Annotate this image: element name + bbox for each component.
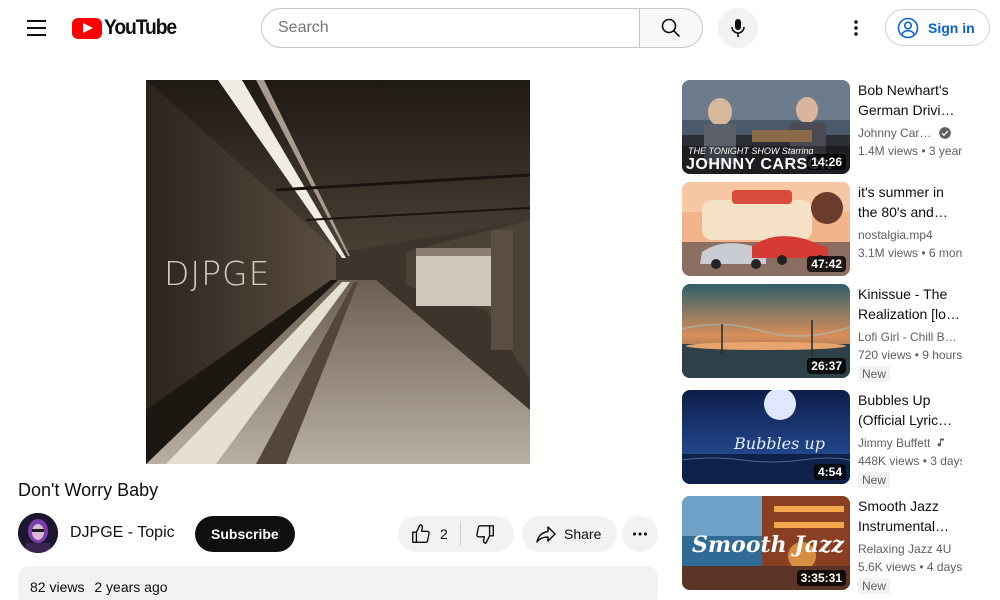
video-thumbnail[interactable]: Smooth Jazz 3:35:31 [682,496,850,590]
youtube-play-icon [72,17,102,39]
video-info: Kinissue - The Realization [lofi beats] … [858,284,962,383]
upload-age: 2 years ago [94,579,168,595]
view-count: 448K views [858,454,920,468]
channel-line: Johnny Carson [858,124,962,142]
recommendation-item[interactable]: Smooth Jazz 3:35:31 Smooth Jazz Instrume… [682,496,982,595]
channel-line: Relaxing Jazz 4U [858,540,962,558]
guide-menu-button[interactable] [16,8,56,48]
account-icon [897,17,919,38]
channel-line: Jimmy Buffett [858,434,962,452]
view-count: 720 views [858,348,912,362]
video-title[interactable]: Bob Newhart's German Driving Instructor [858,80,962,120]
logo-text: YouTube [104,16,177,39]
view-count: 82 views [30,579,85,595]
video-duration: 3:35:31 [796,570,846,586]
album-art: DJPGE [146,80,530,464]
video-title: Don't Worry Baby [18,480,159,500]
upload-age: 3 years ago [928,144,962,158]
channel-avatar[interactable] [18,513,58,553]
video-title[interactable]: it's summer in the 80's and you're drivi… [858,182,962,222]
hamburger-icon [26,20,46,22]
recommendation-item[interactable]: Bubbles up 4:54 Bubbles Up (Official Lyr… [682,390,982,489]
like-button[interactable]: 2 [398,516,460,552]
video-meta: 5.6K views • 4 days ago [858,558,962,576]
share-label: Share [564,526,602,542]
new-badge: New [858,366,891,382]
video-meta: 448K views • 3 days ago [858,452,962,470]
channel-name[interactable]: Relaxing Jazz 4U [858,540,951,558]
video-thumbnail[interactable]: Bubbles up 4:54 [682,390,850,484]
like-count: 2 [440,526,448,542]
video-title[interactable]: Smooth Jazz Instrumental Music [858,496,962,536]
view-count: 5.6K views [858,560,917,574]
more-vertical-icon [854,20,858,36]
subscribe-button[interactable]: Subscribe [195,516,295,552]
music-note-icon [937,438,945,447]
search-box [261,8,703,48]
search-button[interactable] [639,8,703,48]
channel-name[interactable]: Johnny Carson [858,124,934,142]
channel-name[interactable]: Jimmy Buffett [858,434,930,452]
channel-name[interactable]: nostalgia.mp4 [858,226,933,244]
more-horizontal-icon [632,532,648,536]
channel-line: Lofi Girl - Chill Beats [858,328,962,346]
video-meta: 1.4M views • 3 years ago [858,142,962,160]
new-badge: New [858,472,891,488]
recommendation-item[interactable]: THE TONIGHT SHOW Starring JOHNNY CARSON … [682,80,982,176]
upload-age: 4 days ago [926,560,962,574]
video-title[interactable]: Kinissue - The Realization [lofi beats] [858,284,962,324]
video-meta: 3.1M views • 6 months ago [858,244,962,262]
sign-in-label: Sign in [928,19,975,36]
channel-name[interactable]: DJPGE - Topic [70,524,175,542]
view-count: 1.4M views [858,144,919,158]
channel-name[interactable]: Lofi Girl - Chill Beats [858,328,958,346]
upload-age: 6 months ago [928,246,962,260]
album-watermark-text: DJPGE [164,254,271,293]
thumbs-down-icon [476,525,494,544]
video-thumbnail[interactable]: 47:42 [682,182,850,276]
upload-age: 9 hours ago [922,348,962,362]
video-player[interactable]: DJPGE [18,72,658,472]
video-thumbnail[interactable]: 26:37 [682,284,850,378]
search-icon [661,18,681,38]
view-count: 3.1M views [858,246,919,260]
youtube-logo[interactable]: YouTube [72,16,182,40]
thumbnail-caption-small: THE TONIGHT SHOW Starring [688,146,814,156]
video-info: Bob Newhart's German Driving Instructor … [858,80,962,160]
more-actions-button[interactable] [622,516,658,552]
share-button[interactable]: Share [522,516,618,552]
dislike-button[interactable] [461,516,509,552]
search-input[interactable] [261,8,639,48]
video-info: Smooth Jazz Instrumental Music Relaxing … [858,496,962,595]
video-info: it's summer in the 80's and you're drivi… [858,182,962,262]
video-duration: 4:54 [813,464,846,480]
recommendation-item[interactable]: 47:42 it's summer in the 80's and you're… [682,182,982,278]
recommendation-item[interactable]: 26:37 Kinissue - The Realization [lofi b… [682,284,982,383]
video-meta: 720 views • 9 hours ago [858,346,962,364]
verified-check-icon [939,127,951,139]
share-icon [536,526,556,543]
video-info: Bubbles Up (Official Lyric Video) Jimmy … [858,390,962,489]
settings-menu-button[interactable] [836,8,876,48]
sign-in-button[interactable]: Sign in [885,9,990,46]
channel-line: nostalgia.mp4 [858,226,962,244]
video-duration: 14:26 [807,154,846,170]
upload-age: 3 days ago [930,454,962,468]
video-thumbnail[interactable]: THE TONIGHT SHOW Starring JOHNNY CARSON … [682,80,850,174]
thumbnail-caption: Smooth Jazz [692,532,844,558]
video-duration: 26:37 [807,358,846,374]
voice-search-button[interactable] [718,8,758,48]
thumbnail-caption: Bubbles up [734,434,825,453]
description-box[interactable]: 82 views 2 years ago [18,566,658,600]
video-title[interactable]: Bubbles Up (Official Lyric Video) [858,390,962,430]
like-dislike-group: 2 [398,516,514,552]
thumbs-up-icon [412,524,430,543]
video-duration: 47:42 [807,256,846,272]
microphone-icon [731,19,745,37]
new-badge: New [858,578,891,594]
avatar-image [18,513,58,553]
